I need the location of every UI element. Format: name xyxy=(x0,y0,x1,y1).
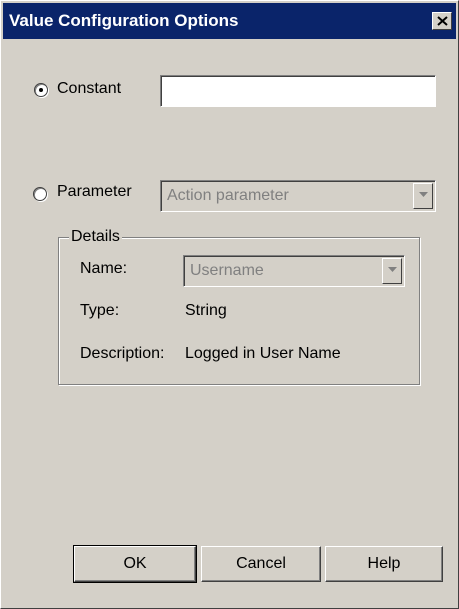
description-value: Logged in User Name xyxy=(185,345,341,362)
details-legend: Details xyxy=(69,228,122,246)
value-configuration-dialog: Value Configuration Options Constant Par… xyxy=(0,0,459,609)
name-label: Name: xyxy=(80,260,128,277)
parameter-radio[interactable] xyxy=(33,187,47,201)
constant-label[interactable]: Constant xyxy=(57,80,121,98)
name-select[interactable]: Username xyxy=(183,255,405,287)
name-dropdown-button[interactable] xyxy=(382,258,402,284)
close-icon xyxy=(437,16,448,26)
description-label: Description: xyxy=(80,345,165,362)
parameter-label[interactable]: Parameter xyxy=(57,183,132,201)
type-label: Type: xyxy=(80,302,120,319)
constant-value-input[interactable] xyxy=(160,75,436,107)
window-title: Value Configuration Options xyxy=(9,11,239,30)
ok-button[interactable]: OK xyxy=(73,545,197,583)
chevron-down-icon xyxy=(419,192,428,197)
constant-radio[interactable] xyxy=(34,83,48,97)
parameter-type-dropdown-button[interactable] xyxy=(413,183,433,209)
cancel-button[interactable]: Cancel xyxy=(201,546,321,582)
close-button[interactable] xyxy=(432,12,452,30)
type-value: String xyxy=(185,302,227,319)
title-bar: Value Configuration Options xyxy=(3,3,456,39)
help-button[interactable]: Help xyxy=(325,546,443,582)
chevron-down-icon xyxy=(388,267,397,272)
radio-dot-icon xyxy=(39,88,43,92)
name-value: Username xyxy=(190,262,264,279)
parameter-type-select[interactable]: Action parameter xyxy=(160,180,436,212)
parameter-type-value: Action parameter xyxy=(167,187,289,204)
